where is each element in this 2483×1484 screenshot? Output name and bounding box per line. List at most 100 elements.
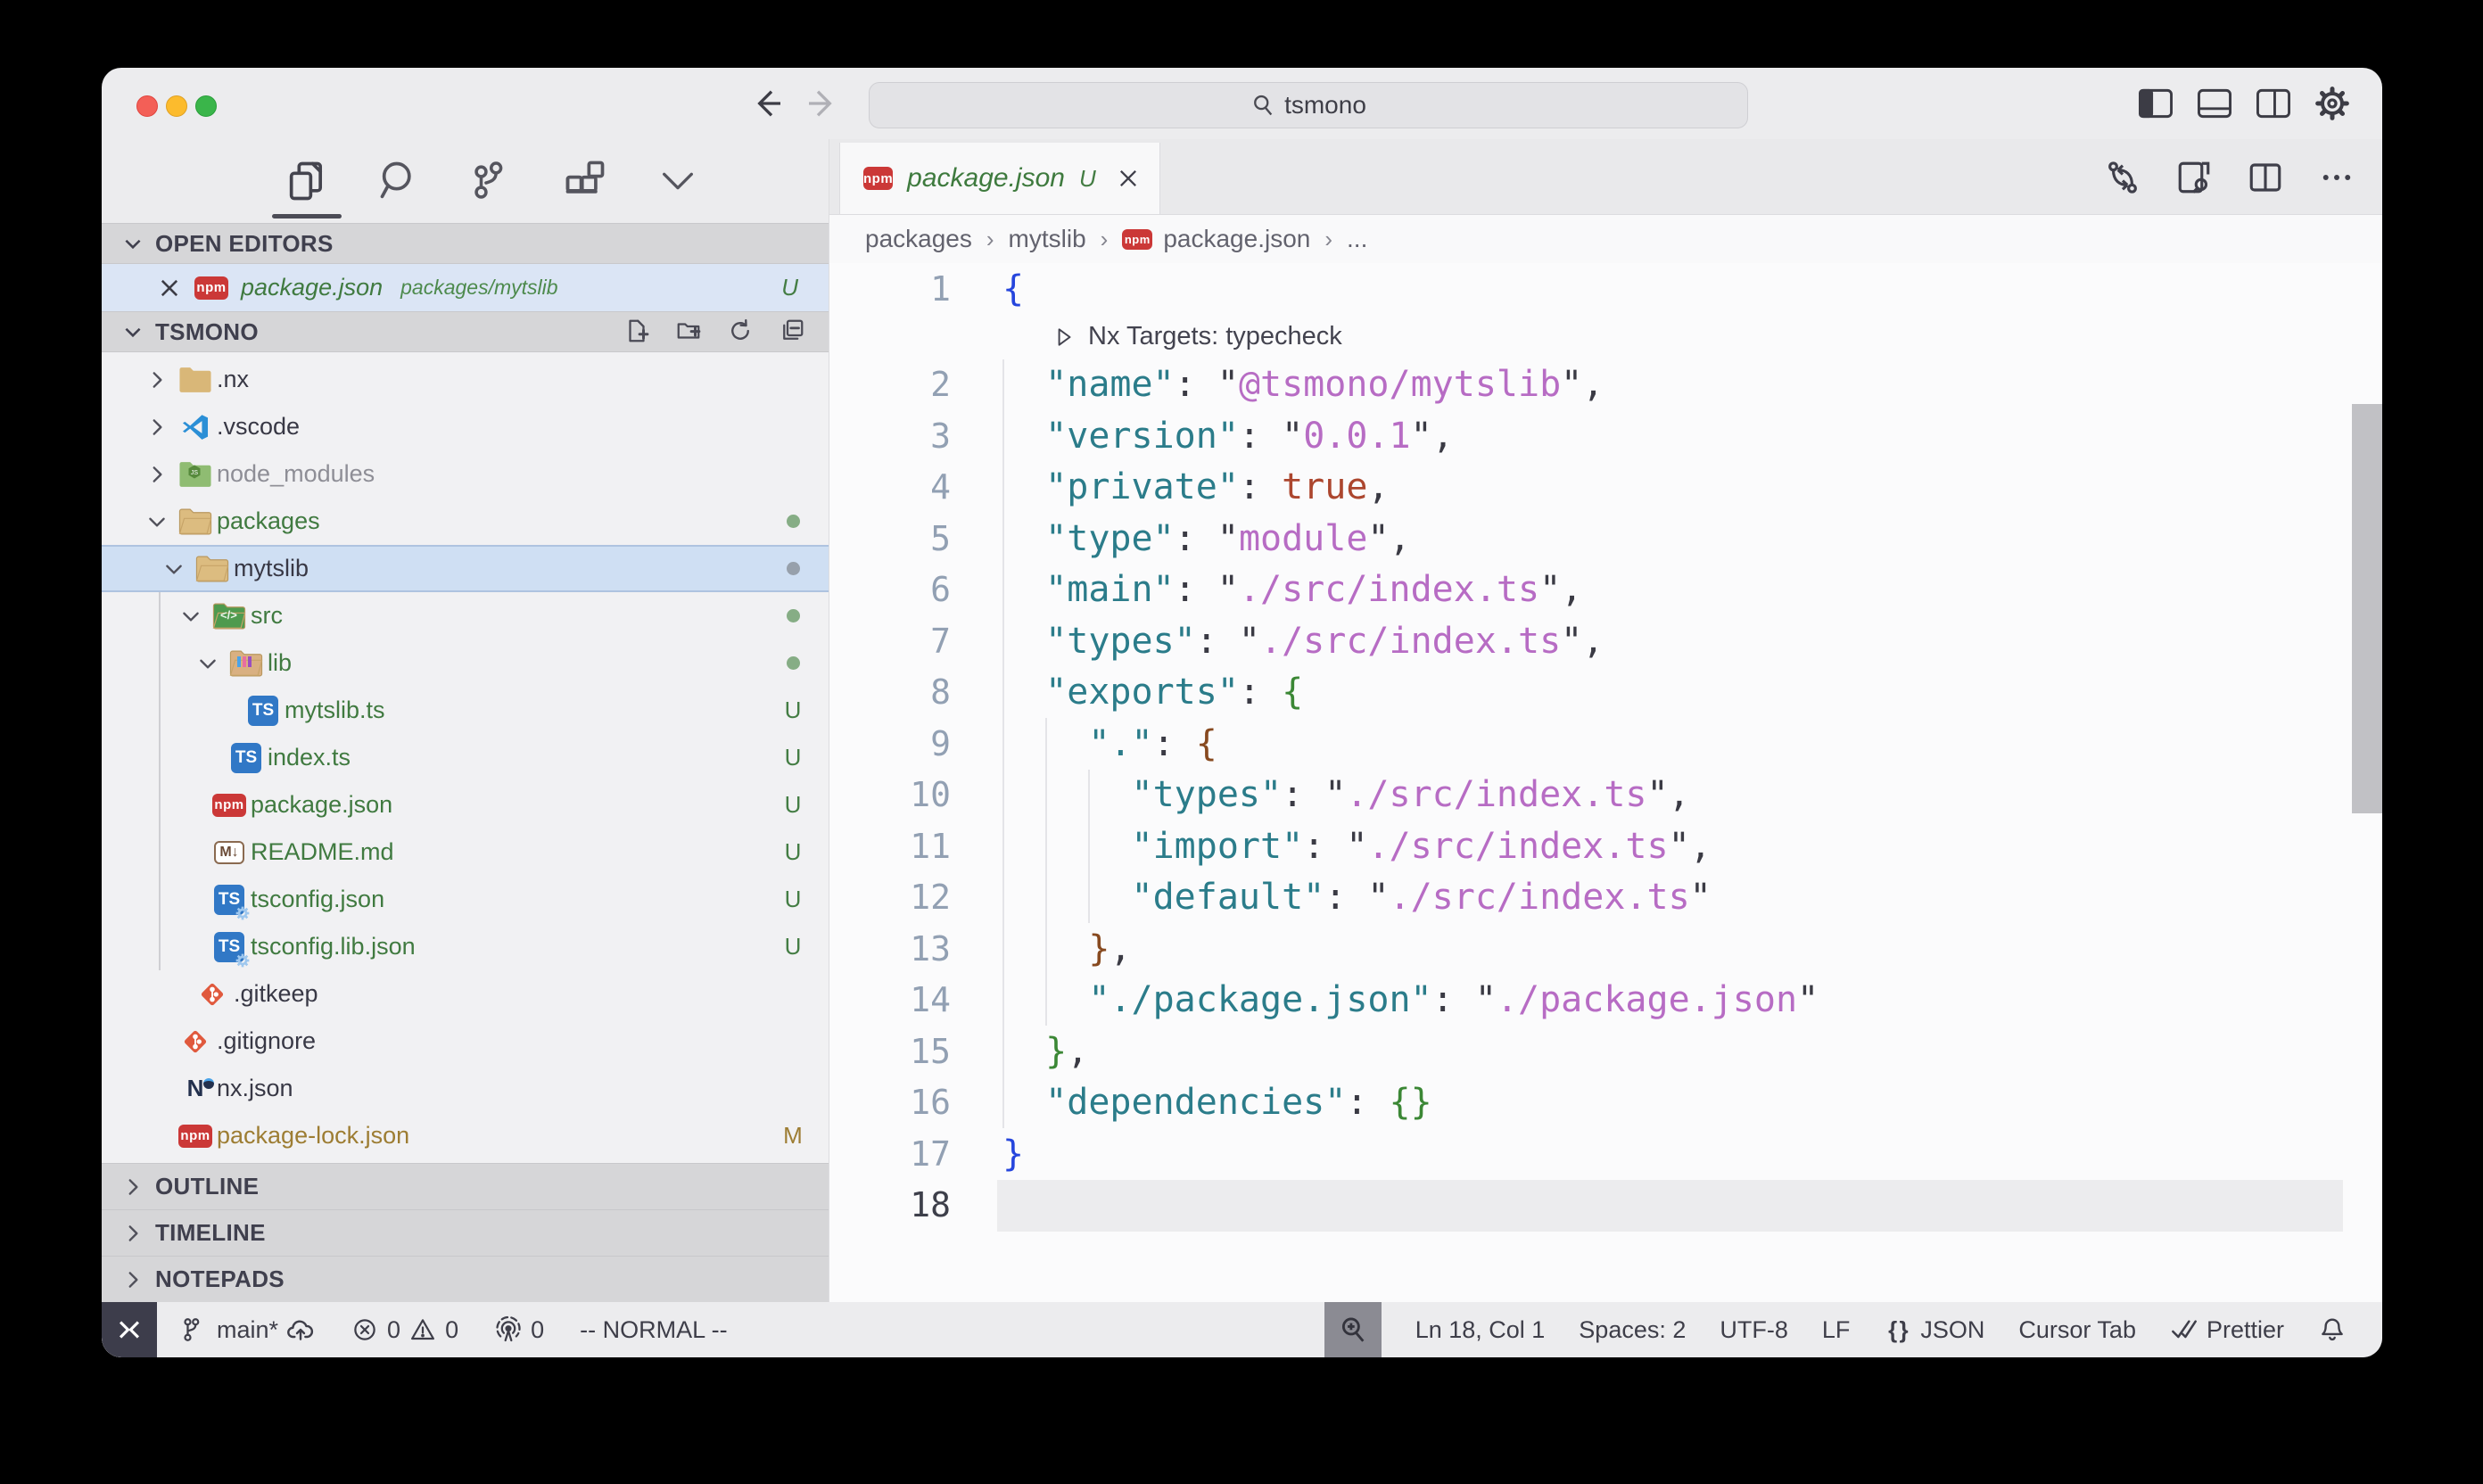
status-language[interactable]: { }JSON: [1884, 1315, 1984, 1344]
tree-item-label: .vscode: [217, 413, 300, 441]
code-line-11[interactable]: 11 "import": "./src/index.ts",: [829, 820, 2382, 872]
tab-package-json[interactable]: npm package.json U: [839, 143, 1160, 214]
settings-gear-icon[interactable]: [2314, 86, 2350, 121]
open-editors-header[interactable]: OPEN EDITORS: [102, 223, 829, 264]
tree-item-decoration: [757, 562, 829, 575]
split-editor-icon[interactable]: [2247, 159, 2284, 196]
breadcrumb-item-package-json[interactable]: npmpackage.json: [1122, 225, 1310, 253]
tree-item-mytslib[interactable]: mytslib: [102, 545, 829, 592]
tree-item-nx.json[interactable]: Nnx.json: [102, 1065, 829, 1112]
tree-item-packages[interactable]: packages: [102, 498, 829, 545]
command-center-search[interactable]: tsmono: [869, 82, 1748, 128]
code-editor[interactable]: 1{Nx Targets: typecheck2 "name": "@tsmon…: [829, 263, 2382, 1302]
activity-explorer-icon[interactable]: [280, 154, 334, 208]
chevron-down-icon[interactable]: [189, 645, 227, 682]
code-line-16[interactable]: 16 "dependencies": {}: [829, 1077, 2382, 1129]
line-number: 5: [829, 519, 951, 558]
code-line-14[interactable]: 14 "./package.json": "./package.json": [829, 975, 2382, 1026]
chevron-down-icon[interactable]: [172, 598, 210, 635]
code-line-17[interactable]: 17}: [829, 1128, 2382, 1180]
section-header-notepads[interactable]: NOTEPADS: [102, 1256, 829, 1302]
tree-item-tsconfig.lib.json[interactable]: TStsconfig.lib.jsonU: [102, 923, 829, 970]
tree-item-src[interactable]: </>src: [102, 592, 829, 639]
tree-item-.nx[interactable]: .nx: [102, 356, 829, 403]
activity-more-views-icon[interactable]: [651, 154, 705, 208]
code-line-18[interactable]: 18: [829, 1180, 2382, 1232]
collapse-all-icon[interactable]: [779, 317, 807, 346]
status-problems[interactable]: 00: [351, 1315, 458, 1344]
status-vim-mode[interactable]: -- NORMAL --: [580, 1316, 727, 1344]
zoom-indicator-button[interactable]: [1324, 1302, 1382, 1357]
activity-extensions-icon[interactable]: [558, 154, 612, 208]
status-notifications[interactable]: [2318, 1315, 2347, 1344]
toggle-secondary-sidebar-icon[interactable]: [2256, 86, 2291, 121]
section-header-outline[interactable]: OUTLINE: [102, 1163, 829, 1209]
code-line-6[interactable]: 6 "main": "./src/index.ts",: [829, 565, 2382, 616]
activity-search-icon[interactable]: [373, 154, 426, 208]
navigate-forward-button[interactable]: [803, 80, 842, 127]
status-cursor-tab[interactable]: Cursor Tab: [2018, 1316, 2136, 1344]
code-line-9[interactable]: 9 ".": {: [829, 718, 2382, 770]
status-scm[interactable]: main*: [180, 1315, 315, 1344]
breadcrumb-item--[interactable]: ...: [1347, 225, 1367, 253]
window-maximize-button[interactable]: [195, 95, 217, 117]
chevron-right-icon[interactable]: [138, 408, 176, 446]
new-file-icon[interactable]: [623, 317, 652, 346]
tab-close-icon[interactable]: [1116, 163, 1141, 194]
navigate-back-button[interactable]: [747, 80, 787, 127]
status-encoding[interactable]: UTF-8: [1720, 1316, 1788, 1344]
tree-item-.gitignore[interactable]: .gitignore: [102, 1018, 829, 1065]
new-folder-icon[interactable]: [675, 317, 704, 346]
toggle-primary-sidebar-icon[interactable]: [2138, 86, 2174, 121]
tree-item-tsconfig.json[interactable]: TStsconfig.jsonU: [102, 876, 829, 923]
window-minimize-button[interactable]: [166, 95, 187, 117]
breadcrumb-item-packages[interactable]: packages: [865, 225, 972, 253]
close-icon[interactable]: [157, 276, 182, 301]
chevron-right-icon[interactable]: [138, 456, 176, 493]
open-preview-icon[interactable]: [2175, 159, 2213, 196]
code-line-5[interactable]: 5 "type": "module",: [829, 513, 2382, 565]
tree-item-index.ts[interactable]: TSindex.tsU: [102, 734, 829, 781]
compare-changes-icon[interactable]: [2104, 159, 2141, 196]
activity-source-control-icon[interactable]: [466, 154, 519, 208]
codelens-nx-targets[interactable]: Nx Targets: typecheck: [829, 315, 2382, 359]
status-indentation[interactable]: Spaces: 2: [1579, 1316, 1686, 1344]
tree-item-.gitkeep[interactable]: .gitkeep: [102, 970, 829, 1018]
window-close-button[interactable]: [136, 95, 158, 117]
code-line-3[interactable]: 3 "version": "0.0.1",: [829, 410, 2382, 462]
breadcrumb-item-mytslib[interactable]: mytslib: [1009, 225, 1086, 253]
workspace-header[interactable]: TSMONO: [102, 311, 829, 352]
refresh-icon[interactable]: [727, 317, 755, 346]
tree-item-label: .gitignore: [217, 1027, 316, 1055]
tree-item-mytslib.ts[interactable]: TSmytslib.tsU: [102, 687, 829, 734]
tree-item-package.json[interactable]: npmpackage.jsonU: [102, 781, 829, 829]
tree-item-.vscode[interactable]: .vscode: [102, 403, 829, 450]
code-line-8[interactable]: 8 "exports": {: [829, 667, 2382, 719]
status-formatter[interactable]: Prettier: [2170, 1315, 2284, 1344]
tree-item-lib[interactable]: lib: [102, 639, 829, 687]
code-line-13[interactable]: 13 },: [829, 923, 2382, 975]
editor-scrollbar[interactable]: [2352, 404, 2382, 813]
code-line-15[interactable]: 15 },: [829, 1026, 2382, 1077]
tree-item-node_modules[interactable]: JSnode_modules: [102, 450, 829, 498]
open-editor-item[interactable]: npm package.json packages/mytslib U: [102, 264, 829, 311]
chevron-down-icon[interactable]: [138, 503, 176, 540]
code-line-4[interactable]: 4 "private": true,: [829, 462, 2382, 514]
remote-indicator[interactable]: [102, 1302, 157, 1357]
code-line-7[interactable]: 7 "types": "./src/index.ts",: [829, 615, 2382, 667]
status-ports[interactable]: 0: [494, 1315, 544, 1344]
tree-item-README.md[interactable]: M↓README.mdU: [102, 829, 829, 876]
chevron-right-icon[interactable]: [138, 361, 176, 399]
code-line-2[interactable]: 2 "name": "@tsmono/mytslib",: [829, 359, 2382, 411]
code-line-10[interactable]: 10 "types": "./src/index.ts",: [829, 770, 2382, 821]
status-cursor-position[interactable]: Ln 18, Col 1: [1415, 1316, 1546, 1344]
chevron-down-icon[interactable]: [155, 550, 193, 588]
section-header-timeline[interactable]: TIMELINE: [102, 1209, 829, 1256]
tree-item-package-lock.json[interactable]: npmpackage-lock.jsonM: [102, 1112, 829, 1159]
toggle-panel-icon[interactable]: [2197, 86, 2232, 121]
code-line-12[interactable]: 12 "default": "./src/index.ts": [829, 872, 2382, 924]
status-eol[interactable]: LF: [1822, 1316, 1851, 1344]
more-actions-icon[interactable]: [2318, 159, 2355, 196]
tab-dirty-badge: U: [1079, 165, 1096, 193]
code-line-1[interactable]: 1{: [829, 263, 2382, 315]
